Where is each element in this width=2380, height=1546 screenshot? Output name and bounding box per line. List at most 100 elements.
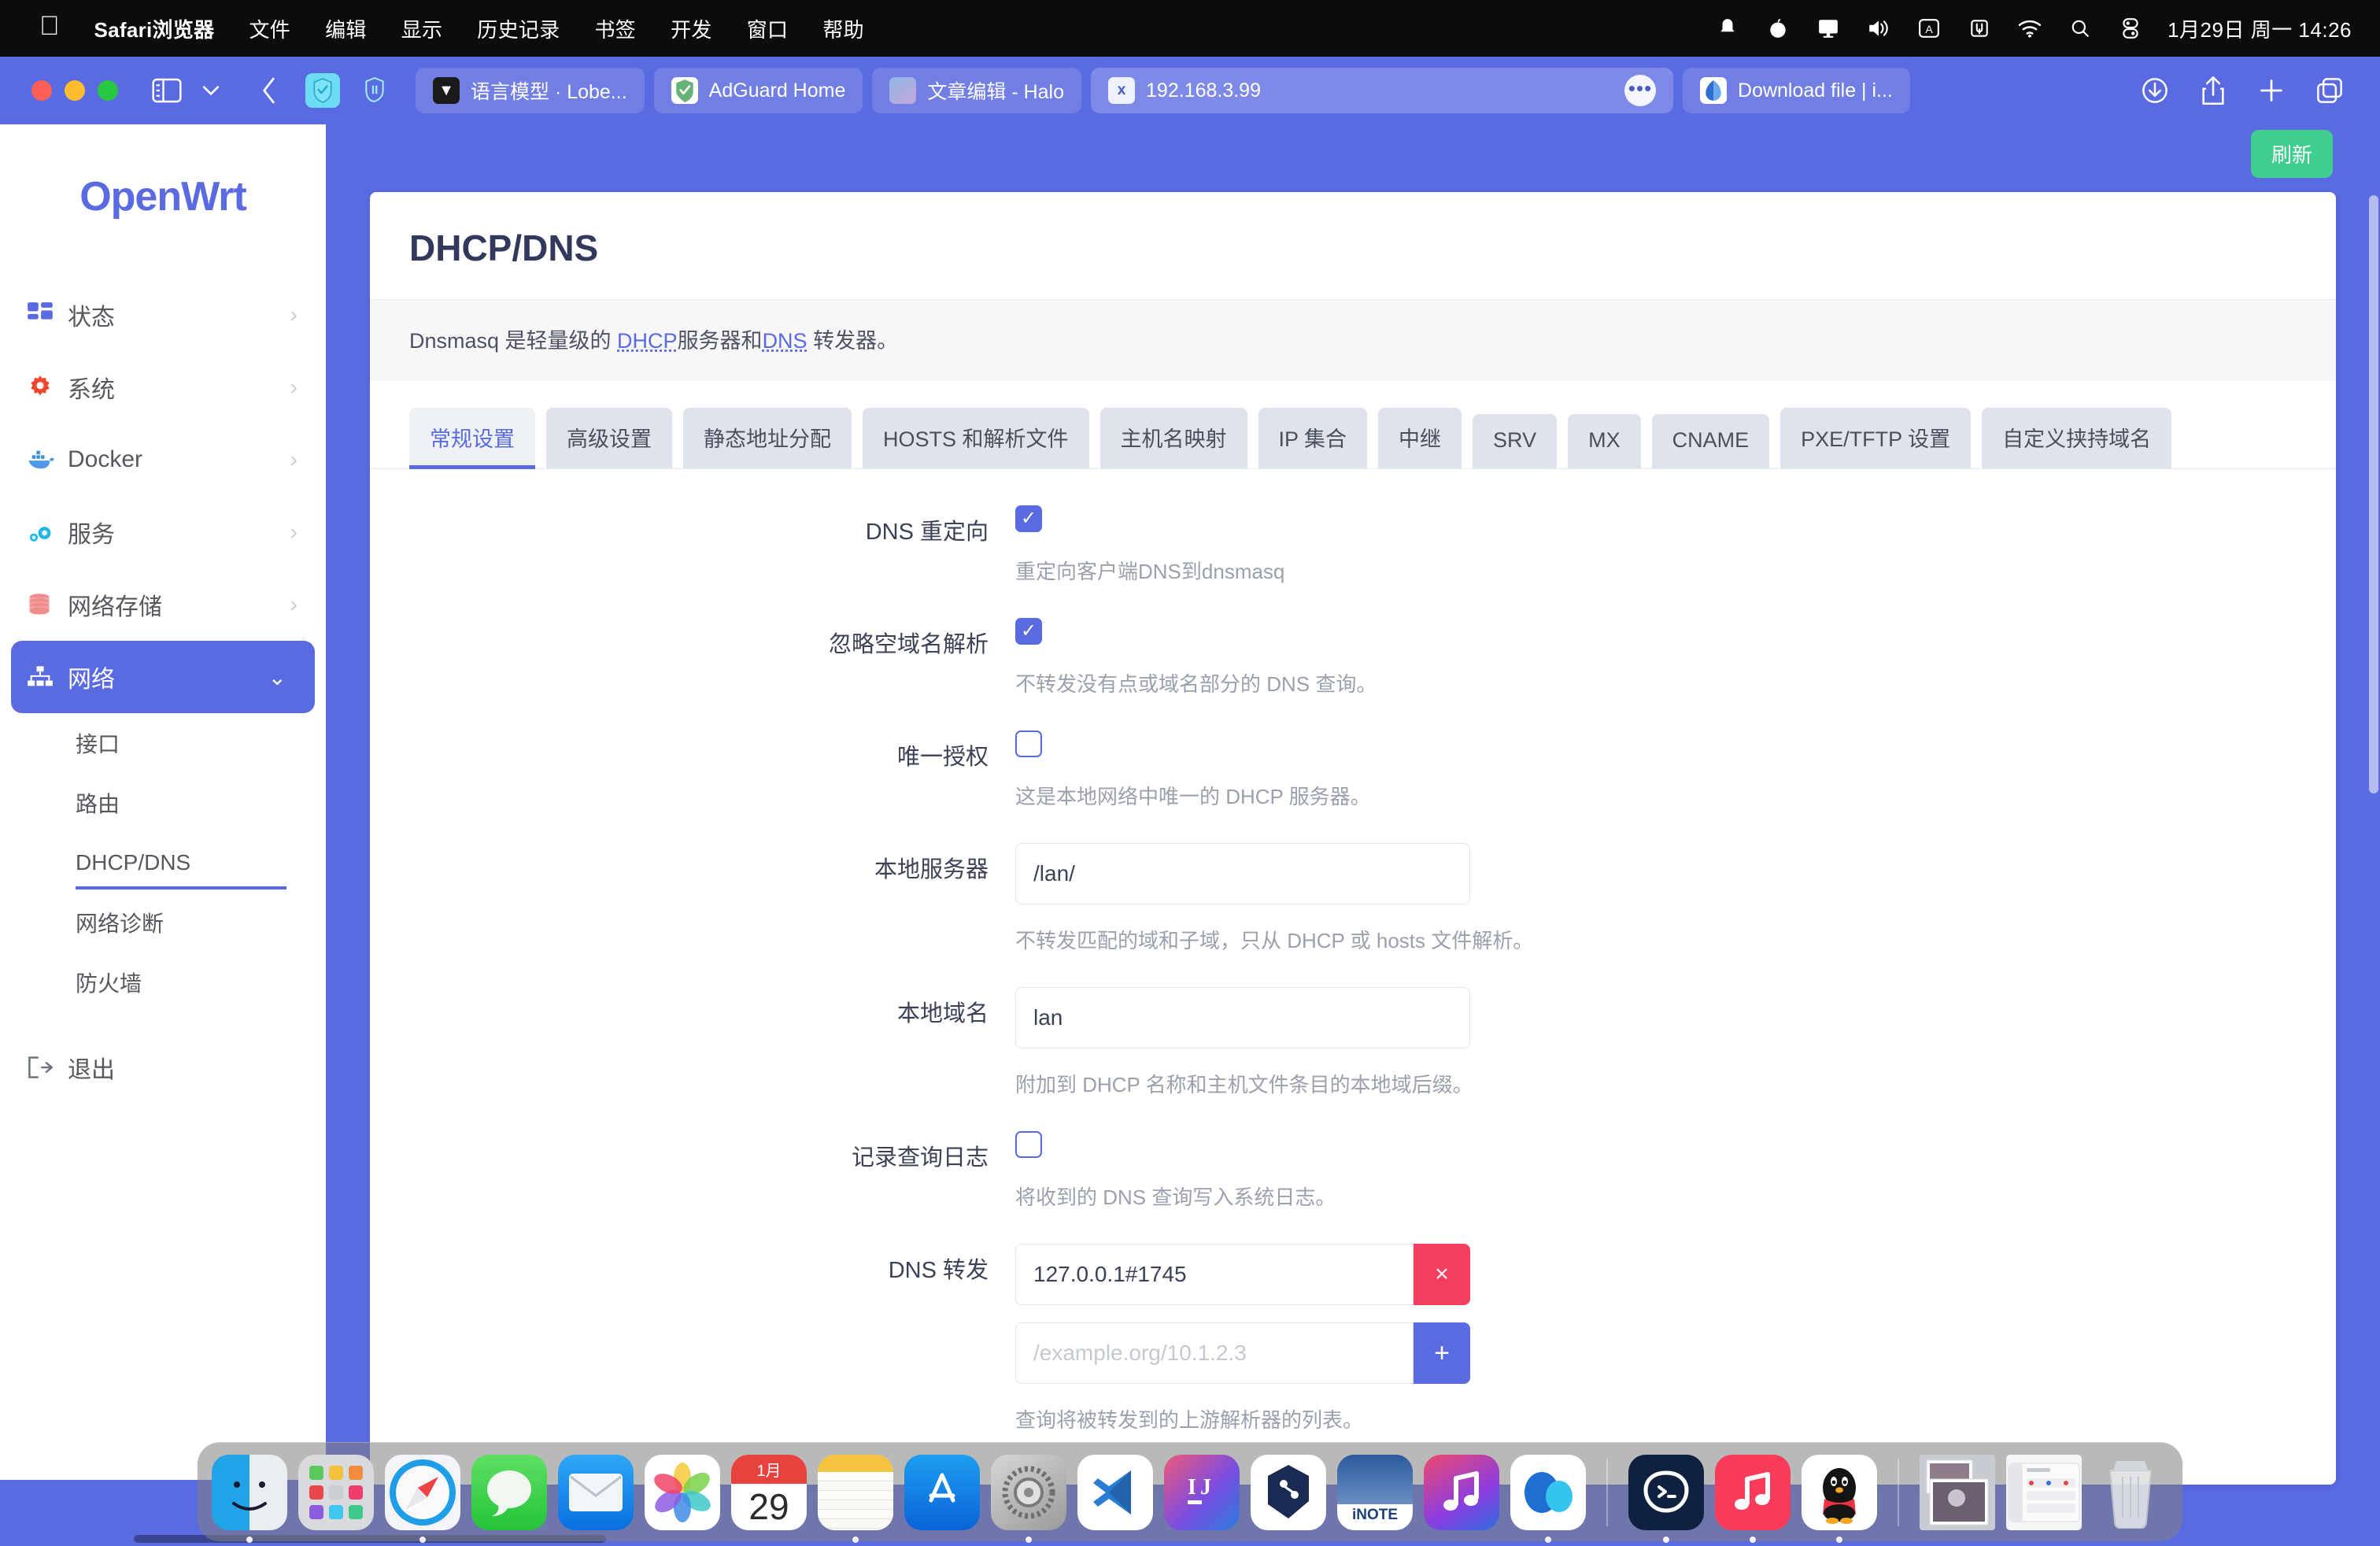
tab-relay[interactable]: 中继 — [1378, 408, 1462, 468]
dock-app-termius[interactable] — [1628, 1454, 1704, 1543]
dock-app-finder[interactable] — [212, 1454, 287, 1543]
tab-overview-icon[interactable] — [2311, 71, 2349, 110]
dock-minimized-finder-window[interactable] — [2006, 1454, 2082, 1530]
clipboard-icon[interactable] — [1966, 15, 1993, 42]
tab-mx[interactable]: MX — [1568, 414, 1641, 468]
dns-forward-delete-button[interactable]: × — [1414, 1244, 1470, 1305]
menu-item-window[interactable]: 窗口 — [730, 14, 806, 43]
sidebar-subitem-diagnostics[interactable]: 网络诊断 — [0, 893, 326, 952]
volume-icon[interactable] — [1865, 15, 1892, 42]
more-dots-icon[interactable]: ••• — [1624, 75, 1657, 106]
apple-logo-icon[interactable]:  — [36, 13, 77, 44]
input-source-A-icon[interactable]: A — [1916, 15, 1942, 42]
control-center-icon[interactable] — [2117, 15, 2144, 42]
dock-app-apple-music[interactable] — [1715, 1454, 1791, 1543]
sidebar-subitem-dhcp-dns[interactable]: DHCP/DNS — [0, 833, 326, 893]
sidebar-subitem-interfaces[interactable]: 接口 — [0, 713, 326, 773]
new-tab-icon[interactable] — [2252, 71, 2290, 110]
browser-tab-download-file[interactable]: Download file | i... — [1683, 68, 1910, 113]
apple-fruit-icon[interactable] — [1765, 15, 1791, 42]
downloads-icon[interactable] — [2136, 71, 2174, 110]
menubar-clock[interactable]: 1月29日 周一 14:26 — [2168, 14, 2352, 43]
sidebar-item-network[interactable]: 网络 ⌄ — [11, 641, 315, 713]
dock-app-messages[interactable] — [471, 1454, 547, 1530]
dock-app-music[interactable] — [1424, 1454, 1499, 1530]
sidebar-toggle-icon[interactable] — [148, 71, 186, 110]
dns-forward-input[interactable] — [1015, 1244, 1414, 1305]
search-icon[interactable] — [2067, 15, 2094, 42]
dock-minimized-photo-window[interactable] — [1920, 1454, 1995, 1530]
browser-tab-halo-editor[interactable]: 文章编辑 - Halo — [872, 68, 1082, 113]
tab-srv[interactable]: SRV — [1473, 414, 1558, 468]
sidebar-item-logout[interactable]: 退出 — [0, 1031, 326, 1104]
dns-forward-new-input[interactable] — [1015, 1322, 1414, 1384]
local-domain-input[interactable] — [1015, 987, 1470, 1049]
close-window-button[interactable] — [31, 80, 52, 101]
tab-ip-sets[interactable]: IP 集合 — [1258, 408, 1368, 468]
dock-app-intellij-idea[interactable]: IJ — [1164, 1454, 1240, 1530]
sidebar-item-status[interactable]: 状态 › — [0, 279, 326, 351]
dns-forward-add-button[interactable]: + — [1414, 1322, 1470, 1384]
tab-hosts-resolv-files[interactable]: HOSTS 和解析文件 — [863, 408, 1089, 468]
refresh-button[interactable]: 刷新 — [2250, 129, 2333, 178]
menu-item-safari[interactable]: Safari浏览器 — [77, 14, 232, 43]
wifi-icon[interactable] — [2016, 15, 2043, 42]
dock-app-safari[interactable] — [385, 1454, 460, 1543]
dns-redirect-checkbox[interactable] — [1015, 505, 1042, 532]
menu-item-develop[interactable]: 开发 — [653, 14, 730, 43]
dock-app-vscode[interactable] — [1077, 1454, 1153, 1530]
local-server-input[interactable] — [1015, 843, 1470, 904]
share-icon[interactable] — [2194, 71, 2232, 110]
back-chevron-icon[interactable] — [250, 71, 288, 110]
menu-item-file[interactable]: 文件 — [231, 14, 308, 43]
browser-tab-active-address-bar[interactable]: x 192.168.3.99 ••• — [1091, 68, 1674, 113]
dns-doc-link[interactable]: DNS — [763, 329, 808, 353]
window-traffic-lights[interactable] — [31, 80, 118, 101]
minimize-window-button[interactable] — [65, 80, 85, 101]
menu-item-history[interactable]: 历史记录 — [460, 14, 577, 43]
dock-app-azure-data-studio[interactable] — [1251, 1454, 1326, 1530]
tab-advanced-settings[interactable]: 高级设置 — [546, 408, 672, 468]
dock-trash[interactable] — [2093, 1455, 2168, 1530]
dock-app-launchpad[interactable] — [298, 1454, 374, 1530]
dock-app-qq[interactable] — [1802, 1454, 1877, 1543]
menu-item-help[interactable]: 帮助 — [805, 14, 881, 43]
authoritative-checkbox[interactable] — [1015, 730, 1042, 757]
browser-tab-lobechat[interactable]: ▼ 语言模型 · Lobe... — [416, 68, 645, 113]
pause-shield-icon[interactable] — [357, 73, 392, 108]
dock-app-mail[interactable] — [558, 1454, 634, 1530]
tab-static-leases[interactable]: 静态地址分配 — [683, 408, 852, 468]
tab-general-settings[interactable]: 常规设置 — [409, 408, 535, 469]
dock-app-arc-browser[interactable] — [1510, 1454, 1586, 1543]
menu-item-bookmarks[interactable]: 书签 — [578, 14, 654, 43]
tab-custom-hijack-domains[interactable]: 自定义挟持域名 — [1982, 408, 2172, 468]
page-vertical-scrollbar[interactable] — [2367, 195, 2378, 1533]
sidebar-item-docker[interactable]: Docker › — [0, 423, 326, 496]
dock-app-system-settings[interactable] — [991, 1454, 1066, 1543]
menu-item-edit[interactable]: 编辑 — [308, 14, 384, 43]
sidebar-item-system[interactable]: 系统 › — [0, 351, 326, 423]
chevron-down-icon[interactable] — [192, 71, 230, 110]
ignore-empty-domain-checkbox[interactable] — [1015, 618, 1042, 645]
address-bar-url[interactable]: 192.168.3.99 — [1146, 80, 1261, 102]
scrollbar-thumb[interactable] — [2369, 195, 2378, 793]
zoom-window-button[interactable] — [98, 80, 118, 101]
menu-item-view[interactable]: 显示 — [384, 14, 460, 43]
display-icon[interactable] — [1815, 15, 1842, 42]
sidebar-subitem-firewall[interactable]: 防火墙 — [0, 952, 326, 1012]
dock-app-calendar[interactable]: 1月 29 — [731, 1454, 807, 1530]
sidebar-item-services[interactable]: 服务 › — [0, 496, 326, 568]
dhcp-doc-link[interactable]: DHCP — [617, 329, 678, 353]
tab-hostname-mapping[interactable]: 主机名映射 — [1099, 408, 1247, 468]
adguard-shield-icon[interactable] — [305, 73, 340, 108]
browser-tab-adguard-home[interactable]: AdGuard Home — [653, 68, 863, 113]
sidebar-item-network-storage[interactable]: 网络存储 › — [0, 568, 326, 641]
tab-cname[interactable]: CNAME — [1651, 414, 1770, 468]
log-queries-checkbox[interactable] — [1015, 1131, 1042, 1158]
dock-app-app-store[interactable] — [904, 1454, 980, 1530]
bell-icon[interactable] — [1714, 15, 1741, 42]
dock-app-inote[interactable]: iNOTE — [1337, 1454, 1413, 1530]
dock-app-notes[interactable] — [818, 1454, 893, 1543]
sidebar-subitem-routing[interactable]: 路由 — [0, 773, 326, 833]
dock-app-photos[interactable] — [645, 1454, 720, 1530]
